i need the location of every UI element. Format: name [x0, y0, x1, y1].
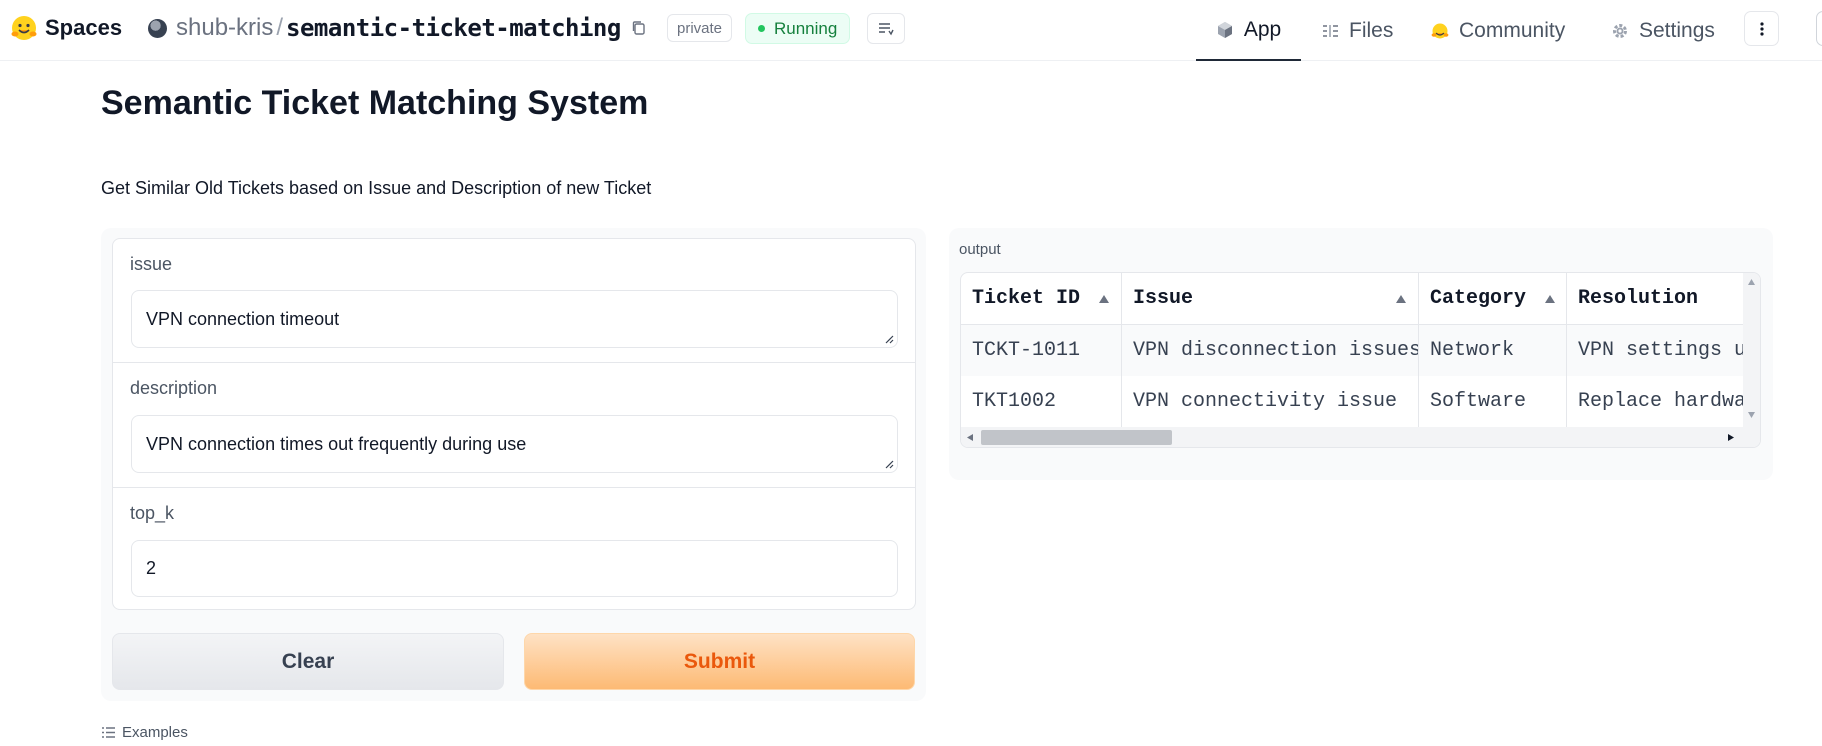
output-panel: output Ticket ID Issue Category Resoluti… [949, 228, 1773, 480]
issue-label: issue [130, 254, 173, 274]
table-cell[interactable]: Software [1419, 376, 1567, 427]
tab-files-label: Files [1349, 18, 1394, 42]
table-cell[interactable]: Replace hardwa [1567, 376, 1745, 427]
output-label: output [959, 241, 1001, 258]
top-k-label: top_k [130, 503, 175, 523]
examples-label: Examples [122, 724, 188, 741]
table-cell[interactable]: Network [1419, 325, 1567, 376]
output-table[interactable]: Ticket ID Issue Category Resolution TCKT… [960, 272, 1761, 448]
copy-icon[interactable] [630, 19, 648, 37]
issue-field-block: issue VPN connection timeout [113, 239, 915, 363]
table-cell[interactable]: VPN settings u [1567, 325, 1745, 376]
top-k-input[interactable]: 2 [131, 540, 898, 597]
table-cell[interactable]: TCKT-1011 [961, 325, 1122, 376]
scroll-down-icon[interactable] [1747, 411, 1756, 419]
hugging-face-icon [1431, 23, 1449, 38]
examples-toggle[interactable]: Examples [101, 724, 188, 741]
sort-arrow-icon[interactable] [1395, 294, 1407, 304]
table-cell[interactable]: VPN connectivity issue [1122, 376, 1419, 427]
vertical-scrollbar[interactable] [1743, 273, 1760, 427]
input-form: issue VPN connection timeout description… [112, 238, 916, 610]
column-header-label: Category [1430, 287, 1527, 310]
spaces-brand-link[interactable]: Spaces [10, 14, 122, 42]
column-header-label: Resolution [1578, 287, 1699, 310]
description-field-block: description VPN connection times out fre… [113, 363, 915, 488]
logs-icon [879, 22, 894, 35]
issue-input-value: VPN connection timeout [146, 308, 340, 329]
status-badge[interactable]: Running [745, 13, 851, 44]
gear-icon [1613, 23, 1627, 38]
owner-link[interactable]: shub-kris [176, 14, 273, 42]
repo-name-link[interactable]: semantic-ticket-matching [286, 14, 621, 42]
tab-community-label: Community [1459, 18, 1566, 42]
page-description: Get Similar Old Tickets based on Issue a… [101, 178, 652, 198]
clear-button[interactable]: Clear [112, 633, 504, 690]
column-header-label: Issue [1133, 287, 1194, 310]
files-icon [1323, 24, 1338, 37]
tab-settings[interactable]: Settings [1611, 0, 1715, 61]
status-badge-label: Running [774, 18, 838, 38]
table-cell[interactable]: VPN disconnection issues [1122, 325, 1419, 376]
scroll-up-icon[interactable] [1747, 278, 1756, 286]
resize-handle-icon[interactable] [884, 459, 894, 469]
column-header-resolution[interactable]: Resolution [1567, 273, 1745, 325]
sort-arrow-icon[interactable] [1544, 294, 1556, 304]
edge-button[interactable] [1816, 11, 1822, 46]
input-panel: issue VPN connection timeout description… [101, 228, 926, 701]
table-cell[interactable]: TKT1002 [961, 376, 1122, 427]
tab-settings-label: Settings [1639, 18, 1715, 42]
top-k-input-value: 2 [146, 558, 157, 578]
visibility-badge: private [667, 14, 733, 42]
page-title: Semantic Ticket Matching System [101, 84, 649, 122]
spaces-brand-text: Spaces [45, 15, 123, 40]
repo-breadcrumb: shub-kris / semantic-ticket-matching [148, 12, 648, 44]
cube-icon [1217, 21, 1232, 38]
description-label: description [130, 378, 218, 398]
top-navigation-bar: Spaces shub-kris / semantic-ticket-match… [0, 0, 1822, 61]
submit-button[interactable]: Submit [524, 633, 915, 690]
sort-arrow-icon[interactable] [1098, 294, 1110, 304]
list-icon [102, 727, 115, 738]
column-header-issue[interactable]: Issue [1122, 273, 1419, 325]
hugging-face-logo-icon [11, 16, 37, 40]
logs-button[interactable] [867, 13, 905, 44]
more-options-button[interactable] [1744, 11, 1779, 46]
vertical-dots-icon [1759, 21, 1764, 36]
tab-files[interactable]: Files [1321, 0, 1393, 61]
scroll-left-icon[interactable] [966, 433, 974, 442]
issue-input[interactable]: VPN connection timeout [131, 290, 898, 348]
horizontal-scrollbar[interactable] [961, 427, 1760, 447]
resize-handle-icon[interactable] [884, 334, 894, 344]
top-k-field-block: top_k 2 [113, 488, 915, 609]
tab-app[interactable]: App [1196, 0, 1301, 61]
scroll-right-icon[interactable] [1727, 433, 1735, 442]
breadcrumb-separator: / [276, 14, 284, 41]
description-input-value: VPN connection times out frequently duri… [146, 433, 527, 454]
column-header-label: Ticket ID [972, 287, 1081, 310]
tab-community[interactable]: Community [1431, 0, 1565, 61]
description-input[interactable]: VPN connection times out frequently duri… [131, 415, 898, 473]
horizontal-scrollbar-thumb[interactable] [981, 430, 1172, 445]
owner-avatar [148, 18, 167, 38]
status-dot-icon [758, 25, 765, 32]
tab-app-label: App [1243, 17, 1282, 41]
